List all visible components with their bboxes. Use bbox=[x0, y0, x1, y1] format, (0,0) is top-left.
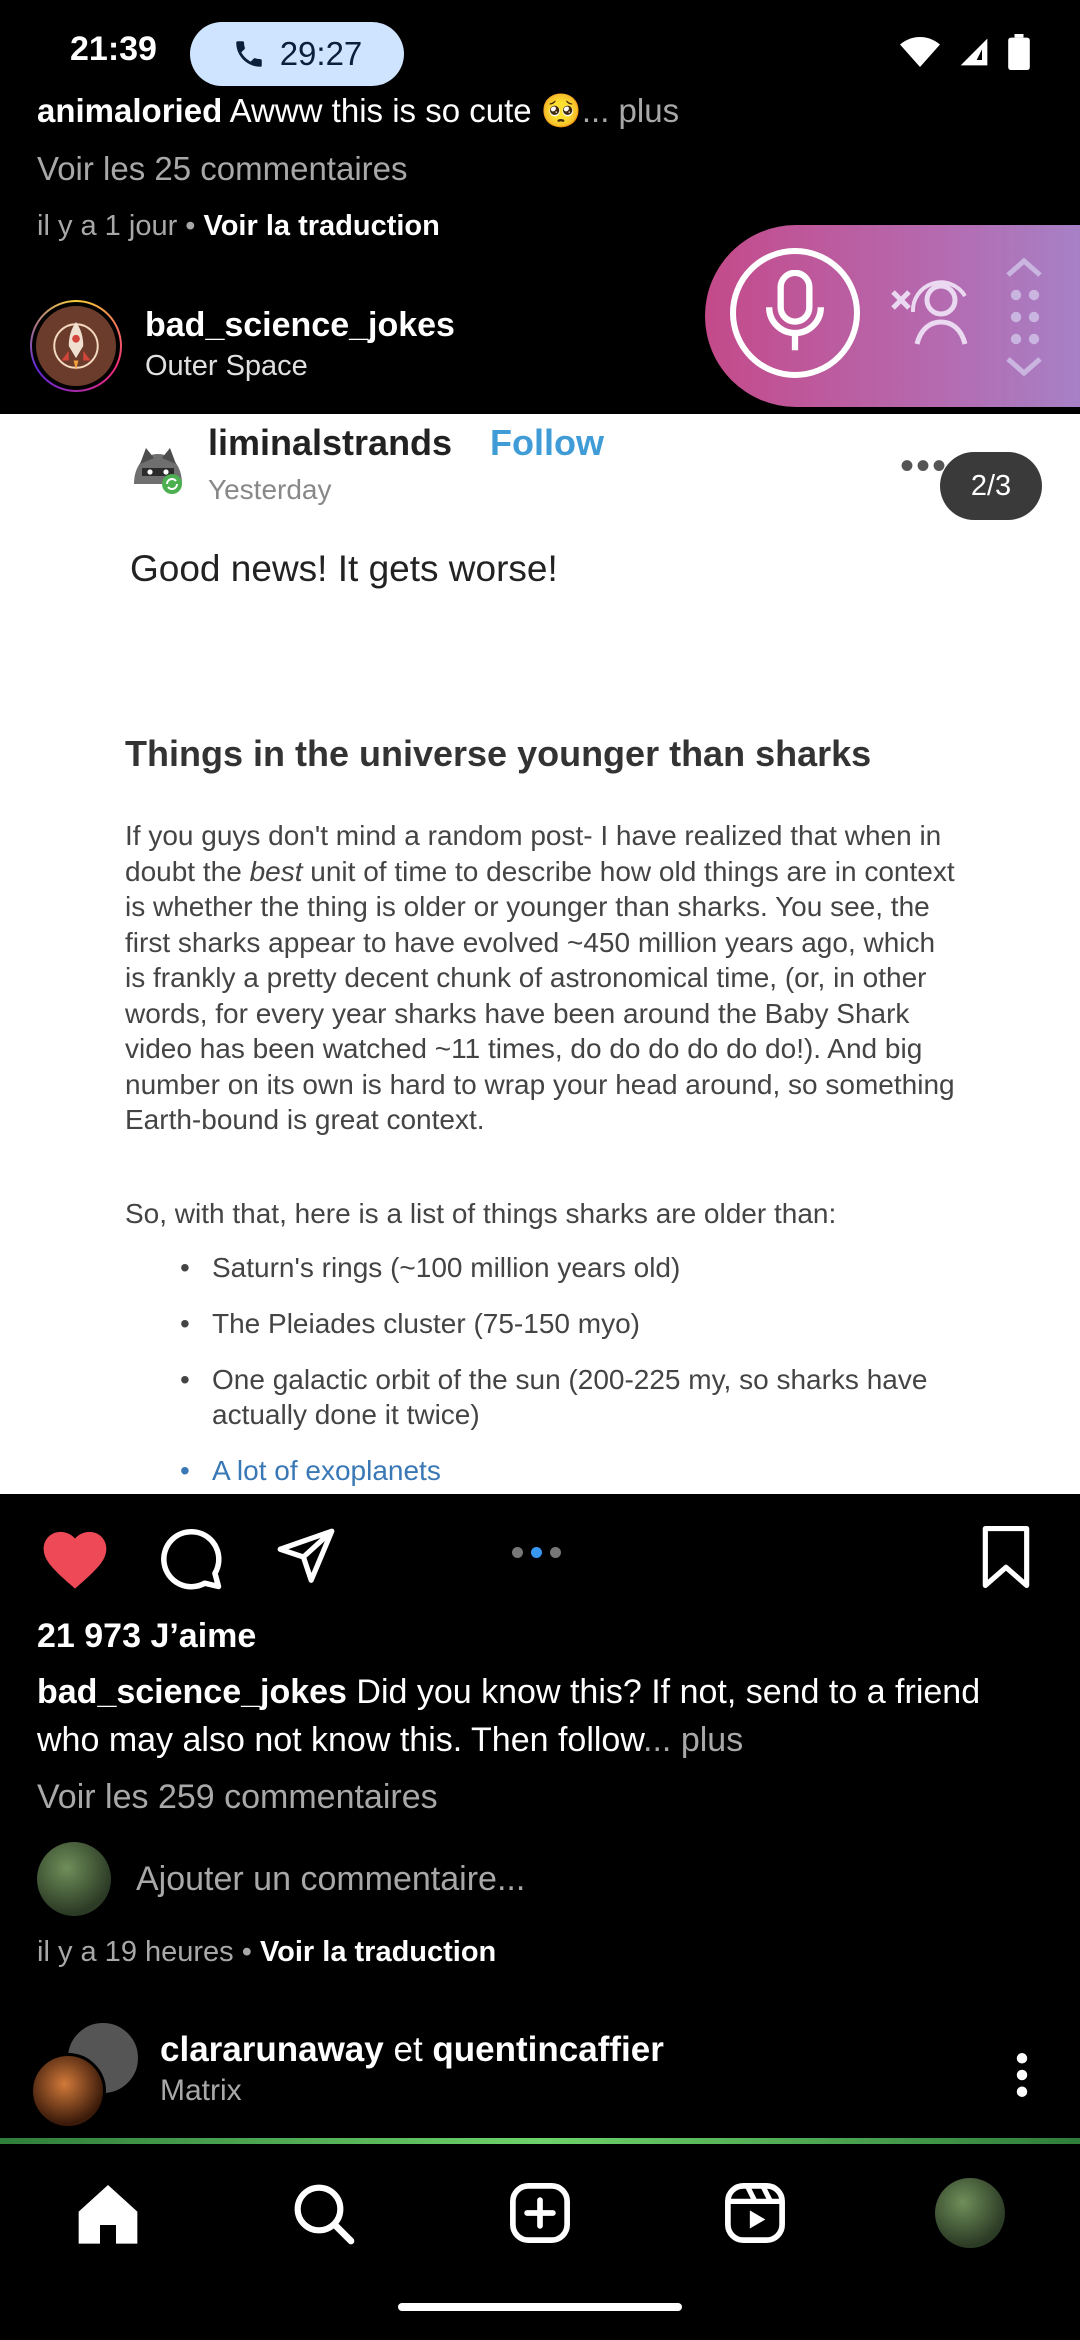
view-comments-link[interactable]: Voir les 25 commentaires bbox=[37, 150, 408, 188]
gesture-navigation-bar[interactable] bbox=[398, 2303, 682, 2311]
profile-avatar bbox=[935, 2178, 1005, 2248]
microphone-icon bbox=[766, 270, 824, 351]
image-post-date: Yesterday bbox=[208, 474, 332, 505]
nav-create[interactable] bbox=[505, 2178, 575, 2248]
carousel-dot bbox=[512, 1547, 523, 1558]
author-username[interactable]: quentincaffier bbox=[432, 2030, 663, 2069]
bookmark-icon bbox=[982, 1526, 1030, 1588]
add-comment-input[interactable]: Ajouter un commentaire... bbox=[136, 1860, 525, 1899]
drag-handle[interactable] bbox=[1000, 255, 1050, 384]
article-body-emphasis: best bbox=[249, 855, 303, 887]
current-user-avatar bbox=[37, 1842, 111, 1916]
translate-link[interactable]: Voir la traduction bbox=[260, 1936, 496, 1968]
view-comments-link[interactable]: Voir les 259 commentaires bbox=[37, 1778, 438, 1817]
comment-username[interactable]: animaloried bbox=[37, 92, 222, 129]
image-follow-label: Follow bbox=[490, 422, 604, 463]
likes-count[interactable]: 21 973 J’aime bbox=[37, 1617, 256, 1656]
microphone-button[interactable] bbox=[730, 248, 860, 378]
article-body-part: unit of time to describe how old things … bbox=[125, 855, 955, 1136]
article-list-item: One galactic orbit of the sun (200-225 m… bbox=[160, 1362, 960, 1432]
more-vertical-icon bbox=[1016, 2053, 1028, 2097]
heart-icon bbox=[43, 1531, 107, 1589]
comment-button[interactable] bbox=[158, 1526, 224, 1597]
person-switch-icon bbox=[891, 280, 968, 345]
image-author-username: liminalstrands bbox=[208, 422, 453, 463]
raccoon-avatar-icon bbox=[134, 448, 182, 494]
carousel-indicator bbox=[512, 1547, 561, 1558]
post-caption: bad_science_jokes Did you know this? If … bbox=[37, 1668, 1047, 1764]
image-author-avatar bbox=[128, 440, 188, 496]
drag-handle-icon bbox=[1006, 257, 1042, 377]
send-icon bbox=[277, 1528, 335, 1583]
post-author-avatar[interactable] bbox=[30, 300, 122, 392]
translate-link[interactable]: Voir la traduction bbox=[204, 210, 440, 242]
wifi-icon bbox=[900, 37, 940, 67]
status-time: 21:39 bbox=[70, 30, 157, 68]
post-options-button[interactable] bbox=[1010, 2052, 1034, 2103]
search-icon bbox=[294, 2184, 355, 2245]
comment-icon bbox=[161, 1529, 222, 1590]
phone-icon bbox=[235, 41, 262, 67]
article-list-item: The Pleiades cluster (75-150 myo) bbox=[160, 1306, 960, 1341]
article-list-item-link: A lot of exoplanets bbox=[160, 1453, 960, 1488]
next-post-subtitle[interactable]: Matrix bbox=[160, 2074, 242, 2108]
nav-search[interactable] bbox=[288, 2178, 358, 2248]
create-icon bbox=[510, 2183, 570, 2243]
caption-more-link[interactable]: ... plus bbox=[643, 1721, 743, 1759]
time-ago: il y a 19 heures bbox=[37, 1936, 234, 1968]
carousel-counter: 2/3 bbox=[940, 452, 1042, 520]
article-title: Things in the universe younger than shar… bbox=[125, 733, 872, 774]
article-list-item: Saturn's rings (~100 million years old) bbox=[160, 1250, 960, 1285]
previous-post-meta: il y a 1 jour • Voir la traduction bbox=[37, 210, 440, 243]
separator-dot: • bbox=[241, 1936, 260, 1968]
reels-icon bbox=[725, 2183, 785, 2243]
rocket-logo-icon bbox=[53, 321, 99, 371]
previous-post-comment: animaloried Awww this is so cute 🥺... pl… bbox=[37, 92, 679, 131]
post-author-username[interactable]: bad_science_jokes bbox=[145, 306, 455, 345]
article-list-lead: So, with that, here is a list of things … bbox=[125, 1198, 837, 1229]
article-list: Saturn's rings (~100 million years old) … bbox=[160, 1250, 960, 1509]
call-duration: 29:27 bbox=[279, 35, 363, 72]
share-button[interactable] bbox=[275, 1526, 337, 1593]
collab-avatar-primary[interactable] bbox=[30, 2053, 106, 2129]
comment-more-link[interactable]: ... plus bbox=[582, 92, 679, 129]
comment-text: Awww this is so cute 🥺 bbox=[229, 92, 582, 129]
post-meta: il y a 19 heures • Voir la traduction bbox=[37, 1936, 496, 1969]
ongoing-call-chip[interactable]: 29:27 bbox=[190, 22, 404, 86]
signal-icon bbox=[960, 38, 988, 66]
like-button[interactable] bbox=[42, 1530, 108, 1595]
post-location[interactable]: Outer Space bbox=[145, 350, 308, 383]
battery-icon bbox=[1008, 34, 1030, 70]
next-post-authors: clararunaway et quentincaffier bbox=[160, 2030, 664, 2070]
carousel-dot bbox=[550, 1547, 561, 1558]
status-icons bbox=[900, 34, 1030, 70]
time-ago: il y a 1 jour bbox=[37, 210, 178, 242]
switch-user-button[interactable] bbox=[885, 272, 981, 357]
author-username[interactable]: clararunaway bbox=[160, 2030, 384, 2069]
image-headline: Good news! It gets worse! bbox=[130, 548, 558, 589]
carousel-dot-active bbox=[531, 1547, 542, 1558]
author-conjunction: et bbox=[393, 2030, 423, 2069]
nav-reels[interactable] bbox=[720, 2178, 790, 2248]
separator-dot: • bbox=[185, 210, 204, 242]
save-button[interactable] bbox=[978, 1526, 1034, 1593]
nav-home[interactable] bbox=[73, 2178, 143, 2248]
article-body: If you guys don't mind a random post- I … bbox=[125, 818, 960, 1138]
home-icon bbox=[78, 2185, 138, 2244]
caption-username[interactable]: bad_science_jokes bbox=[37, 1673, 347, 1711]
nav-profile[interactable] bbox=[935, 2178, 1005, 2248]
